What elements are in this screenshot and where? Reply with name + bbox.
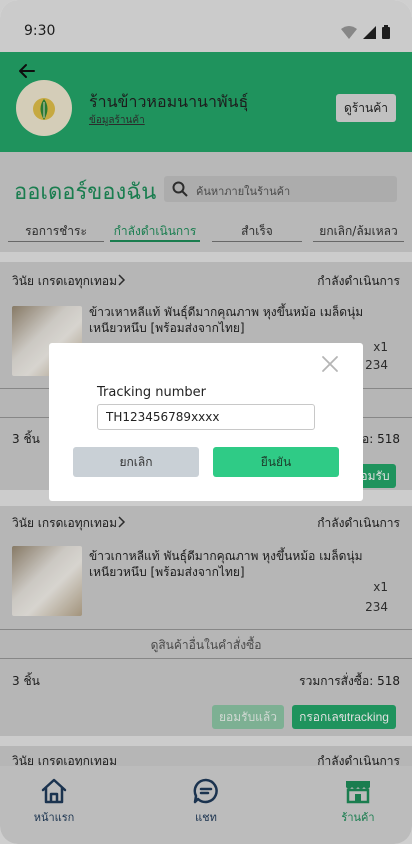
confirm-button[interactable]: ยืนยัน (213, 447, 339, 477)
tracking-number-input[interactable] (97, 404, 315, 430)
cancel-button[interactable]: ยกเลิก (73, 447, 199, 477)
app-screen: 9:30 ร้านข้าวหอมนานาพันธุ์ ข้อมูลร้านค้า… (0, 0, 412, 844)
close-icon[interactable] (321, 355, 339, 373)
tracking-number-label: Tracking number (97, 385, 206, 400)
tracking-number-dialog: Tracking number ยกเลิก ยืนยัน (49, 343, 363, 501)
